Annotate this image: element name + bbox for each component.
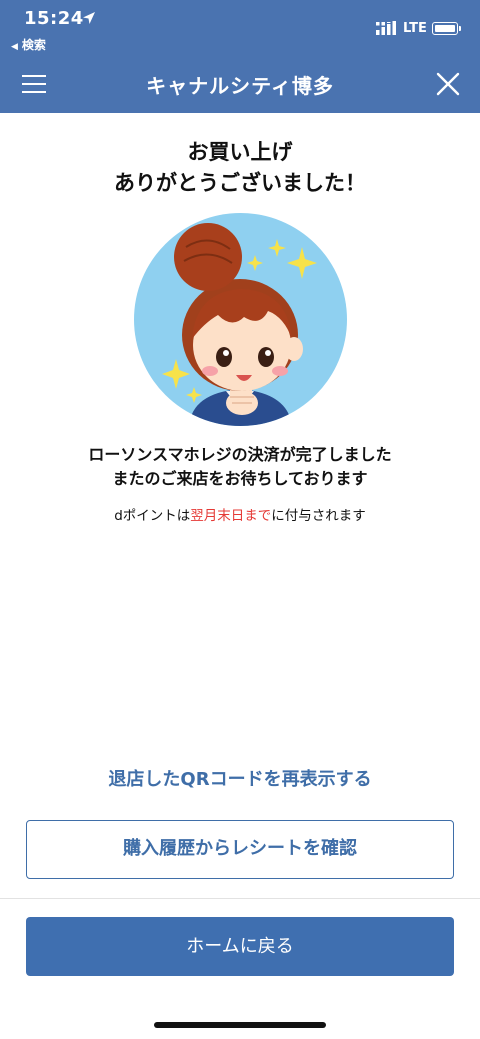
battery-icon [432, 22, 458, 35]
signal-icon [376, 21, 396, 35]
back-to-home-button[interactable]: ホームに戻る [26, 917, 454, 976]
location-arrow-icon [83, 12, 95, 24]
message-line-1: ローソンスマホレジの決済が完了しました [88, 445, 392, 464]
completion-message: ローソンスマホレジの決済が完了しました またのご来店をお待ちしております [0, 443, 480, 491]
network-type: LTE [403, 21, 427, 36]
points-highlight: 翌月末日まで [190, 508, 272, 524]
divider [0, 898, 480, 899]
dpoint-notice: dポイントは翌月末日までに付与されます [0, 504, 480, 524]
status-back-link[interactable]: ◀ 検索 [11, 36, 46, 53]
close-icon[interactable] [435, 71, 461, 97]
back-triangle-icon: ◀ [11, 42, 18, 52]
view-receipt-button[interactable]: 購入履歴からレシートを確認 [26, 820, 454, 879]
thank-you-heading: お買い上げ ありがとうございました！ [0, 137, 480, 199]
staff-girl-illustration [134, 213, 347, 426]
status-back-label: 検索 [21, 38, 46, 52]
message-line-2: またのご来店をお待ちしております [112, 469, 368, 488]
points-suffix: に付与されます [271, 508, 366, 524]
battery-tip [459, 26, 461, 31]
page-title: キャナルシティ博多 [146, 74, 334, 98]
status-time: 15:24 [24, 8, 84, 29]
redisplay-qr-link[interactable]: 退店したQRコードを再表示する [0, 765, 480, 791]
nav-bar: キャナルシティ博多 [0, 58, 480, 113]
heading-line-1: お買い上げ [187, 140, 293, 164]
status-bar: 15:24 ◀ 検索 LTE [0, 0, 480, 58]
heading-line-2: ありがとうございました！ [114, 171, 366, 195]
points-prefix: dポイントは [114, 508, 191, 524]
home-indicator [154, 1022, 326, 1028]
